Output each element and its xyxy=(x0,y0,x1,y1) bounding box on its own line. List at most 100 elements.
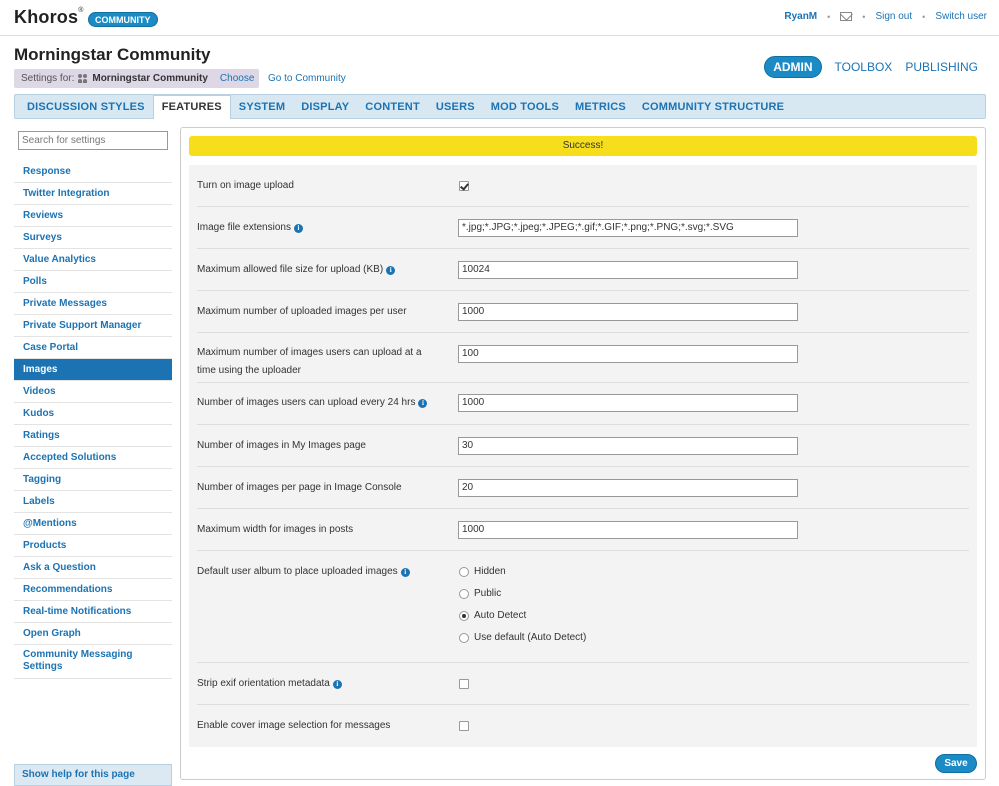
per-24-hrs-input[interactable]: 1000 xyxy=(458,394,798,412)
sidebar-item-tagging[interactable]: Tagging xyxy=(14,469,172,491)
success-banner: Success! xyxy=(189,136,977,156)
sidebar-item-real-time-notifications[interactable]: Real-time Notifications xyxy=(14,601,172,623)
top-bar: Khoros® COMMUNITY RyanM • • Sign out • S… xyxy=(0,0,999,36)
setting-row-max-file-size: Maximum allowed file size for upload (KB… xyxy=(197,249,969,291)
setting-row-max-images-per-user: Maximum number of uploaded images per us… xyxy=(197,291,969,333)
radio-hidden[interactable] xyxy=(459,566,469,577)
settings-for-bar: Settings for: Morningstar Community Choo… xyxy=(14,69,259,88)
top-tab-admin[interactable]: ADMIN xyxy=(764,56,822,78)
sidebar-item-accepted-solutions[interactable]: Accepted Solutions xyxy=(14,447,172,469)
max-width-label: Maximum width for images in posts xyxy=(197,524,354,535)
setting-row-my-images-page: Number of images in My Images page 30 xyxy=(197,425,969,467)
my-images-page-label: Number of images in My Images page xyxy=(197,440,366,451)
top-tab-publishing[interactable]: PUBLISHING xyxy=(905,60,978,74)
sidebar-item-case-portal[interactable]: Case Portal xyxy=(14,337,172,359)
sidebar-item-reviews[interactable]: Reviews xyxy=(14,205,172,227)
strip-exif-checkbox[interactable] xyxy=(459,679,469,689)
sidebar-item-response[interactable]: Response xyxy=(14,161,172,183)
cover-image-checkbox[interactable] xyxy=(459,721,469,731)
file-extensions-label: Image file extensions xyxy=(197,222,291,233)
community-people-icon xyxy=(78,74,88,83)
tab-community-structure[interactable]: COMMUNITY STRUCTURE xyxy=(634,96,792,118)
sidebar-list: Response Twitter Integration Reviews Sur… xyxy=(14,161,172,679)
khoros-logo[interactable]: Khoros® xyxy=(14,7,84,28)
sidebar-item-private-support-manager[interactable]: Private Support Manager xyxy=(14,315,172,337)
setting-row-cover-image: Enable cover image selection for message… xyxy=(197,705,969,747)
radio-auto-detect[interactable] xyxy=(459,610,469,621)
community-badge[interactable]: COMMUNITY xyxy=(88,12,158,27)
setting-row-strip-exif: Strip exif orientation metadata i xyxy=(197,663,969,705)
sidebar-item-kudos[interactable]: Kudos xyxy=(14,403,172,425)
tab-display[interactable]: DISPLAY xyxy=(293,96,357,118)
max-width-input[interactable]: 1000 xyxy=(458,521,798,539)
max-images-per-user-label: Maximum number of uploaded images per us… xyxy=(197,306,407,317)
radio-use-default[interactable] xyxy=(459,632,469,643)
sidebar-item-products[interactable]: Products xyxy=(14,535,172,557)
strip-exif-label: Strip exif orientation metadata xyxy=(197,678,330,689)
radio-public[interactable] xyxy=(459,588,469,599)
my-images-page-input[interactable]: 30 xyxy=(458,437,798,455)
sidebar-item-ratings[interactable]: Ratings xyxy=(14,425,172,447)
album-option-auto-detect[interactable]: Auto Detect xyxy=(459,610,526,621)
sidebar-item-labels[interactable]: Labels xyxy=(14,491,172,513)
info-icon[interactable]: i xyxy=(418,399,428,408)
info-icon[interactable]: i xyxy=(400,568,410,577)
go-to-community-link[interactable]: Go to Community xyxy=(268,73,346,84)
sidebar-item-recommendations[interactable]: Recommendations xyxy=(14,579,172,601)
images-settings-form: Turn on image upload Image file extensio… xyxy=(189,165,977,747)
tab-system[interactable]: SYSTEM xyxy=(231,96,293,118)
settings-tab-bar: DISCUSSION STYLES FEATURES SYSTEM DISPLA… xyxy=(14,94,986,119)
max-file-size-input[interactable]: 10024 xyxy=(458,261,798,279)
tab-metrics[interactable]: METRICS xyxy=(567,96,634,118)
sidebar-item-private-messages[interactable]: Private Messages xyxy=(14,293,172,315)
main-panel: Success! Turn on image upload Image file… xyxy=(180,127,986,780)
setting-row-file-extensions: Image file extensions i *.jpg;*.JPG;*.jpe… xyxy=(197,207,969,249)
switch-user-link[interactable]: Switch user xyxy=(935,11,987,22)
mail-icon[interactable] xyxy=(840,12,853,21)
sign-out-link[interactable]: Sign out xyxy=(875,11,912,22)
choose-link[interactable]: Choose xyxy=(220,73,254,84)
sidebar-item-images[interactable]: Images xyxy=(14,359,172,381)
sidebar-item-ask-a-question[interactable]: Ask a Question xyxy=(14,557,172,579)
file-extensions-input[interactable]: *.jpg;*.JPG;*.jpeg;*.JPEG;*.gif;*.GIF;*.… xyxy=(458,219,798,237)
sidebar-item-mentions[interactable]: @Mentions xyxy=(14,513,172,535)
sidebar-item-videos[interactable]: Videos xyxy=(14,381,172,403)
info-icon[interactable]: i xyxy=(293,224,303,233)
default-album-label: Default user album to place uploaded ima… xyxy=(197,566,398,577)
max-at-a-time-label: Maximum number of images users can uploa… xyxy=(197,347,422,376)
album-option-public[interactable]: Public xyxy=(459,588,501,599)
sidebar-item-community-messaging-settings[interactable]: Community Messaging Settings xyxy=(14,645,172,679)
sidebar-item-twitter-integration[interactable]: Twitter Integration xyxy=(14,183,172,205)
user-name-link[interactable]: RyanM xyxy=(784,11,817,22)
show-help-link[interactable]: Show help for this page xyxy=(14,764,172,786)
max-file-size-label: Maximum allowed file size for upload (KB… xyxy=(197,264,384,275)
tab-features[interactable]: FEATURES xyxy=(152,95,231,119)
info-icon[interactable]: i xyxy=(332,680,342,689)
tab-content[interactable]: CONTENT xyxy=(357,96,428,118)
turn-on-upload-checkbox[interactable] xyxy=(459,181,469,191)
top-tab-toolbox[interactable]: TOOLBOX xyxy=(835,60,893,74)
tab-users[interactable]: USERS xyxy=(428,96,483,118)
album-option-use-default[interactable]: Use default (Auto Detect) xyxy=(459,632,586,643)
setting-row-max-at-a-time: Maximum number of images users can uploa… xyxy=(197,333,969,383)
cover-image-label: Enable cover image selection for message… xyxy=(197,720,391,731)
page-title: Morningstar Community xyxy=(14,45,211,64)
sidebar-item-surveys[interactable]: Surveys xyxy=(14,227,172,249)
sidebar: Response Twitter Integration Reviews Sur… xyxy=(14,127,172,786)
setting-row-image-console: Number of images per page in Image Conso… xyxy=(197,467,969,509)
info-icon[interactable]: i xyxy=(386,266,396,275)
turn-on-upload-label: Turn on image upload xyxy=(197,180,294,191)
image-console-input[interactable]: 20 xyxy=(458,479,798,497)
settings-for-community-name: Morningstar Community xyxy=(92,73,208,84)
sidebar-item-open-graph[interactable]: Open Graph xyxy=(14,623,172,645)
search-settings-input[interactable] xyxy=(18,131,168,150)
max-images-per-user-input[interactable]: 1000 xyxy=(458,303,798,321)
save-button[interactable]: Save xyxy=(935,754,977,773)
album-option-hidden[interactable]: Hidden xyxy=(459,566,506,577)
sidebar-item-value-analytics[interactable]: Value Analytics xyxy=(14,249,172,271)
sidebar-item-polls[interactable]: Polls xyxy=(14,271,172,293)
tab-mod-tools[interactable]: MOD TOOLS xyxy=(483,96,567,118)
max-at-a-time-input[interactable]: 100 xyxy=(458,345,798,363)
tab-discussion-styles[interactable]: DISCUSSION STYLES xyxy=(19,96,153,118)
setting-row-max-width: Maximum width for images in posts 1000 xyxy=(197,509,969,551)
